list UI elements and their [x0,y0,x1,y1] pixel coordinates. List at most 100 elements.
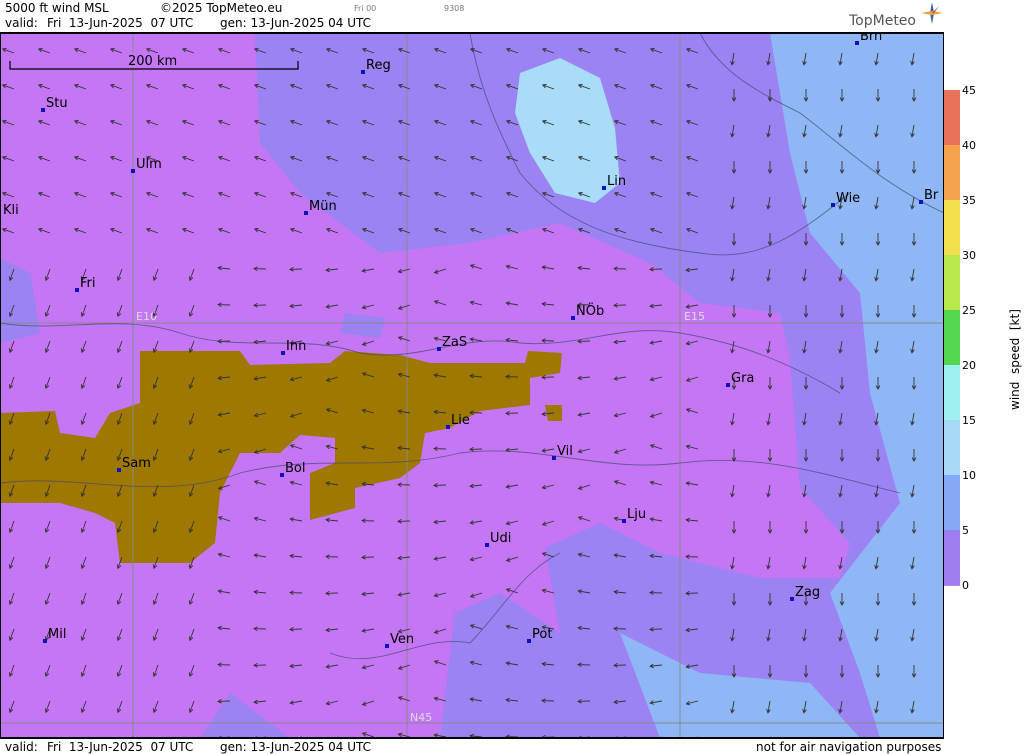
city-label: Vil [557,444,573,459]
city-label: Gra [731,371,754,386]
legend-tick-label: 35 [962,194,976,207]
legend-swatch [944,310,960,365]
city-marker: Mün [304,199,337,215]
city-dot [43,639,47,643]
footer-valid-time: Fri 13-Jun-2025 07 UTC [47,740,194,754]
city-dot [304,211,308,215]
city-label: Stu [46,96,68,111]
city-label: Ven [390,632,414,647]
city-marker: Ulm [131,157,162,173]
city-dot [571,316,575,320]
city-dot [385,644,389,648]
city-label: Wie [836,191,860,206]
footer-gen-time: gen: 13-Jun-2025 04 UTC [220,740,372,754]
map-footer: valid: Fri 13-Jun-2025 07 UTC gen: 13-Ju… [0,738,944,754]
city-label: ZaS [442,335,467,350]
city-label: Pot [532,627,552,642]
legend-tick-label: 0 [962,579,969,592]
city-dot [622,519,626,523]
city-label: Mün [309,199,337,214]
legend-tick-label: 15 [962,414,976,427]
city-label: Inn [286,339,306,354]
legend-tick-label: 40 [962,139,976,152]
legend-swatch [944,365,960,420]
legend-swatch [944,90,960,145]
legend-tick-label: 45 [962,84,976,97]
city-dot [75,288,79,292]
city-marker: Gra [726,371,754,387]
city-dot [131,169,135,173]
city-label: Lie [451,413,470,428]
small-code-label: 9308 [444,4,465,13]
copyright: ©2025 TopMeteo.eu [160,1,283,15]
city-dot [552,456,556,460]
city-label: Udi [490,531,511,546]
city-dot [117,468,121,472]
city-dot [41,108,45,112]
city-dot [437,347,441,351]
grid-label-n45: N45 [410,711,432,724]
footer-disclaimer: not for air navigation purposes [756,740,942,754]
city-dot [485,543,489,547]
city-marker: Zag [790,585,820,601]
footer-valid-label: valid: [5,740,38,754]
wind-map[interactable]: E10 E15 N45 200 km BrnRegStuUlmLinKli Mün… [0,33,944,738]
grid-label-e15: E15 [684,310,705,323]
city-dot [790,597,794,601]
legend-swatch [944,145,960,200]
city-dot [280,473,284,477]
city-marker: Reg [361,58,391,74]
city-label: Bol [285,461,305,476]
city-label: Reg [366,58,391,73]
city-marker: Brn [855,33,882,45]
gen-time: gen: 13-Jun-2025 04 UTC [220,16,372,30]
legend-swatch [944,530,960,585]
legend-title: wind speed [kt] [1008,309,1022,410]
legend-swatch [944,255,960,310]
city-label: Br [924,188,939,203]
topmeteo-logo: TopMeteo [849,13,916,29]
city-dot [726,383,730,387]
city-label: Kli [3,203,19,218]
city-label: NÖb [576,302,604,319]
city-dot [919,200,923,204]
legend-tick-label: 5 [962,524,969,537]
city-marker: Kli [3,203,19,218]
city-dot [831,203,835,207]
city-dot [527,639,531,643]
city-marker: NÖb [571,302,604,320]
city-label: Fri [80,276,96,291]
map-header: 5000 ft wind MSL ©2025 TopMeteo.eu Fri 0… [0,0,944,33]
city-marker: ZaS [437,335,467,351]
valid-time: Fri 13-Jun-2025 07 UTC [47,16,194,30]
legend-swatch [944,420,960,475]
city-label: Ulm [136,157,162,172]
city-label: Lju [627,507,646,522]
city-marker: Ven [385,632,414,648]
legend-color-bar [944,90,960,586]
city-label: Lin [607,174,626,189]
city-label: Sam [122,456,151,471]
city-label: Zag [795,585,820,600]
legend-swatch [944,475,960,530]
scale-bar-label: 200 km [128,54,177,69]
city-dot [361,70,365,74]
city-label: Brn [860,33,882,44]
legend-swatch [944,585,960,586]
city-dot [281,351,285,355]
city-dot [602,186,606,190]
city-marker: Wie [831,191,860,207]
legend-tick-label: 25 [962,304,976,317]
product-title: 5000 ft wind MSL [5,1,109,15]
legend-tick-label: 20 [962,359,976,372]
legend-tick-label: 30 [962,249,976,262]
city-label: Mil [48,627,66,642]
compass-logo-icon [921,2,943,24]
city-marker: Sam [117,456,151,472]
city-dot [855,41,859,45]
small-day-label: Fri 00 [354,4,377,13]
legend-swatch [944,200,960,255]
city-dot [446,425,450,429]
legend-tick-label: 10 [962,469,976,482]
valid-label: valid: [5,16,38,30]
